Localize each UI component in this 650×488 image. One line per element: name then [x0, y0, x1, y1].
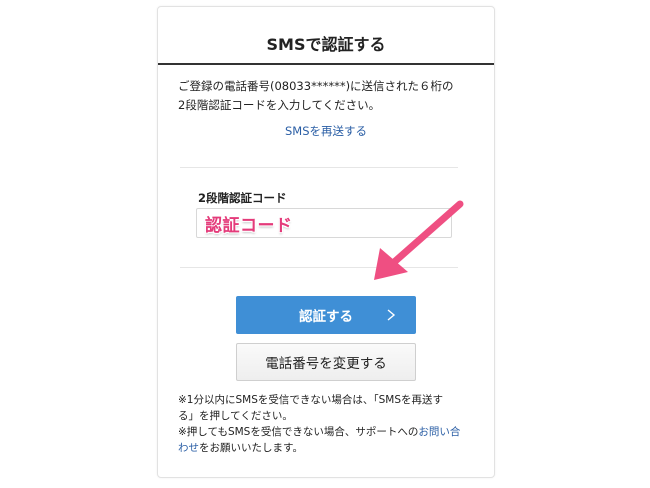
verification-code-input[interactable]: 認証コード: [196, 208, 452, 238]
resend-sms-link[interactable]: SMSを再送する: [158, 123, 494, 139]
notes: ※1分以内にSMSを受信できない場合は、「SMSを再送す る」を押してください。…: [178, 392, 478, 456]
instruction-text: ご登録の電話番号(08033******)に送信された６桁の 2段階認証コードを…: [178, 77, 478, 115]
verify-button-label: 認証する: [299, 309, 353, 325]
card-header: SMSで認証する: [158, 7, 494, 65]
instruction-line-1: ご登録の電話番号(08033******)に送信された６桁の: [178, 79, 454, 93]
note-line-1: ※1分以内にSMSを受信できない場合は、「SMSを再送す: [178, 394, 444, 406]
divider-bottom: [180, 267, 458, 268]
instruction-line-2: 2段階認証コードを入力してください。: [178, 98, 381, 112]
chevron-right-icon: [387, 309, 396, 321]
code-field-label: 2段階認証コード: [198, 191, 287, 205]
code-input-value: 認証コード: [205, 215, 293, 236]
divider-top: [180, 167, 458, 168]
contact-link-continued[interactable]: わせ: [178, 442, 199, 454]
contact-link[interactable]: お問い合: [418, 426, 460, 438]
note-line-2: る」を押してください。: [178, 410, 293, 422]
note-line-3-text: ※押してもSMSを受信できない場合、サポートへの: [178, 426, 419, 438]
note-line-4: わせをお願いいたします。: [178, 440, 478, 456]
page: SMSで認証する ご登録の電話番号(08033******)に送信された６桁の …: [0, 0, 650, 488]
change-phone-button-label: 電話番号を変更する: [265, 356, 387, 372]
note-line-4-text: をお願いいたします。: [199, 442, 303, 454]
sms-auth-card: SMSで認証する ご登録の電話番号(08033******)に送信された６桁の …: [157, 6, 495, 478]
note-line-3: ※押してもSMSを受信できない場合、サポートへのお問い合: [178, 424, 478, 440]
page-title: SMSで認証する: [266, 35, 386, 54]
change-phone-button[interactable]: 電話番号を変更する: [236, 343, 416, 381]
verify-button[interactable]: 認証する: [236, 296, 416, 334]
